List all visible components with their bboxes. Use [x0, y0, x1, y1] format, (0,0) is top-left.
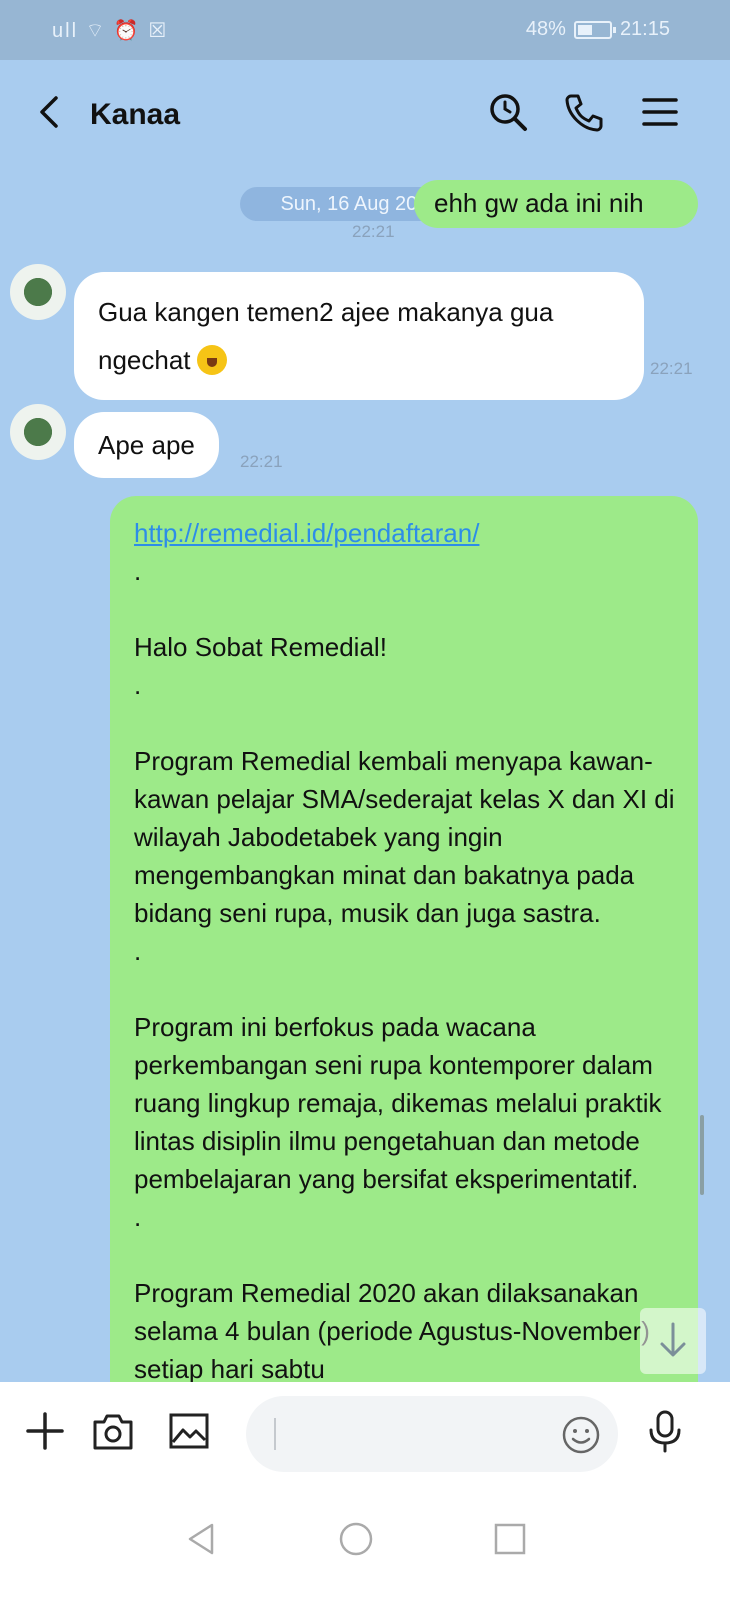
image-icon[interactable] [166, 1408, 212, 1454]
outgoing-message-bubble[interactable]: ehh gw ada ini nih [414, 180, 698, 228]
message-text: ehh gw ada ini nih [434, 188, 644, 218]
message-time: 22:21 [240, 452, 283, 471]
emoji-icon[interactable] [560, 1414, 602, 1456]
battery-icon [573, 20, 616, 39]
message-line: . [134, 670, 142, 700]
recents-square-icon[interactable] [490, 1519, 530, 1559]
contact-avatar[interactable] [10, 264, 66, 320]
message-input[interactable] [246, 1396, 618, 1472]
menu-icon[interactable] [638, 90, 682, 134]
message-line: . [134, 936, 142, 966]
scrollbar[interactable] [700, 1115, 704, 1195]
phone-icon[interactable] [562, 90, 606, 134]
chat-header: Kanaa [0, 60, 730, 170]
grinning-face-emoji-icon [196, 345, 227, 375]
outgoing-message-bubble[interactable]: http://remedial.id/pendaftaran/ . Halo S… [110, 496, 698, 1424]
plus-icon[interactable] [22, 1408, 68, 1454]
home-circle-icon[interactable] [336, 1519, 376, 1559]
message-line: Halo Sobat Remedial! [134, 632, 387, 662]
back-chevron-icon[interactable] [30, 92, 70, 132]
microphone-icon[interactable] [642, 1408, 688, 1454]
message-time: 22:21 [650, 359, 693, 378]
status-right: 48% 21:15 [526, 18, 670, 41]
message-link[interactable]: http://remedial.id/pendaftaran/ [134, 514, 678, 552]
status-bar: ull ⌔ ⏰ ☒ 48% 21:15 [0, 0, 730, 60]
battery-percent: 48% [525, 18, 566, 40]
search-icon[interactable] [486, 90, 530, 134]
arrow-down-icon [660, 1322, 686, 1357]
contact-avatar[interactable] [10, 404, 66, 460]
incoming-message-bubble[interactable]: Ape ape [74, 412, 219, 478]
message-time: 22:21 [352, 222, 395, 241]
camera-icon[interactable] [90, 1408, 136, 1454]
contact-name[interactable]: Kanaa [90, 98, 180, 132]
clock: 21:15 [619, 18, 670, 40]
message-composer [0, 1382, 730, 1487]
message-paragraph: Program Remedial 2020 akan dilaksanakan … [134, 1278, 650, 1384]
back-triangle-icon[interactable] [182, 1519, 222, 1559]
message-paragraph: Program ini berfokus pada wacana perkemb… [134, 1012, 669, 1194]
message-line: . [134, 556, 142, 586]
message-text: Gua kangen temen2 ajee makanya gua ngech… [98, 297, 554, 375]
message-text: Ape ape [98, 430, 195, 460]
system-nav-bar [0, 1487, 730, 1600]
message-paragraph: Program Remedial kembali menyapa kawan-k… [134, 746, 682, 928]
incoming-message-bubble[interactable]: Gua kangen temen2 ajee makanya gua ngech… [74, 272, 644, 400]
message-line: . [134, 1202, 142, 1232]
text-caret [274, 1418, 276, 1450]
scroll-to-bottom-button[interactable] [640, 1308, 706, 1374]
status-icons: ull ⌔ ⏰ ☒ [52, 20, 169, 42]
